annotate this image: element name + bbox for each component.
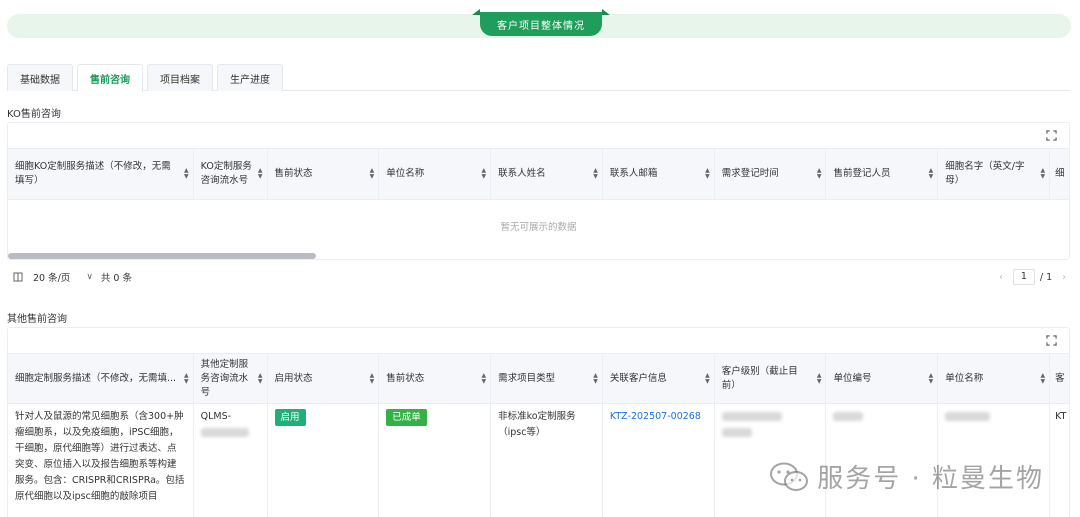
column-header[interactable]: 启用状态 ▲ ▼ [268,354,380,403]
sort-icon[interactable]: ▲ ▼ [481,168,486,180]
watermark: 服务号 · 粒曼生物 [769,458,1044,495]
sort-icon[interactable]: ▲ ▼ [817,168,822,180]
column-header[interactable]: 客 [1050,354,1069,403]
column-header[interactable]: 售前登记人员 ▲ ▼ [826,149,939,199]
redacted-value [833,412,864,421]
next-page-icon[interactable]: › [1062,272,1066,283]
tab-presale-consult[interactable]: 售前咨询 [77,64,143,92]
serial-number: QLMS- [194,404,268,517]
page-size-icon [13,272,23,282]
sort-icon[interactable]: ▲ ▼ [1040,372,1045,385]
column-header[interactable]: 单位名称 ▲ ▼ [379,149,492,199]
column-header[interactable]: 单位编号 ▲ ▼ [826,354,939,403]
tab-project-archive[interactable]: 项目档案 [147,64,213,91]
tab-bar: 基础数据 售前咨询 项目档案 生产进度 [7,64,283,92]
redacted-value [721,428,752,437]
fullscreen-icon[interactable] [1046,335,1057,346]
ko-table-toolbar [8,123,1069,149]
redacted-value [945,412,991,421]
column-header[interactable]: 细 [1050,149,1069,199]
sort-icon[interactable]: ▲ ▼ [1040,168,1045,180]
total-count: 共 0 条 [100,273,132,284]
sort-icon[interactable]: ▲ ▼ [481,372,486,385]
other-table-toolbar [8,328,1069,354]
tab-production-progress[interactable]: 生产进度 [217,64,283,91]
column-header[interactable]: 客户级别（截止目前） ▲ ▼ [715,354,827,403]
presale-status-cell: 已成单 [379,404,492,517]
sort-icon[interactable]: ▲ ▼ [370,168,375,180]
column-header[interactable]: 关联客户信息 ▲ ▼ [603,354,715,403]
sort-icon[interactable]: ▲ ▼ [929,168,934,180]
sort-icon[interactable]: ▲ ▼ [929,372,934,385]
page-size-label[interactable]: 20 条/页 [33,270,70,284]
prev-page-icon[interactable]: ‹ [999,272,1003,283]
ko-table-header: 细胞KO定制服务描述（不修改，无需填写） ▲ ▼ KO定制服务咨询流水号 ▲ ▼ 售前状… [8,149,1069,200]
column-header[interactable]: 需求项目类型 ▲ ▼ [491,354,603,403]
horizontal-scrollbar[interactable] [8,253,316,259]
sort-icon[interactable]: ▲ ▼ [184,372,189,385]
column-header[interactable]: 单位名称 ▲ ▼ [938,354,1051,403]
other-table-header: 细胞定制服务描述（不修改，无需填... ▲ ▼ 其他定制服务咨询流水号 ▲ ▼ 启用状态… [8,354,1069,404]
sort-icon[interactable]: ▲ ▼ [593,168,598,180]
enable-status-cell: 启用 [268,404,380,517]
page-number-input[interactable]: 1 [1012,269,1035,285]
column-header[interactable]: 售前状态 ▲ ▼ [379,354,492,403]
column-header[interactable]: KO定制服务咨询流水号 ▲ ▼ [194,149,268,199]
ko-table: 细胞KO定制服务描述（不修改，无需填写） ▲ ▼ KO定制服务咨询流水号 ▲ ▼ 售前状… [7,122,1070,260]
total-pages: / 1 [1039,271,1053,283]
sort-icon[interactable]: ▲ ▼ [817,372,822,385]
status-badge: 已成单 [386,409,427,426]
sort-icon[interactable]: ▲ ▼ [705,168,710,180]
customer-info-cell: KTZ-202507-00268 [603,404,715,517]
column-header[interactable]: 细胞定制服务描述（不修改，无需填... ▲ ▼ [8,354,194,403]
sort-icon[interactable]: ▲ ▼ [370,372,375,385]
customer-cell: KT [1055,411,1067,422]
customer-link[interactable]: KTZ-202507-00268 [610,411,701,422]
ko-pagination: 20 条/页 ∨ 共 0 条 ‹ 1 / 1 › [7,268,1070,286]
sort-icon[interactable]: ▲ ▼ [258,168,263,180]
tab-basic-data[interactable]: 基础数据 [7,64,73,91]
status-badge: 启用 [274,409,306,426]
sort-icon[interactable]: ▲ ▼ [258,372,263,385]
service-description: 针对人及鼠源的常见细胞系（含300+肿瘤细胞系，以及免疫细胞，iPSC细胞，干细… [8,404,194,517]
column-header[interactable]: 细胞KO定制服务描述（不修改，无需填写） ▲ ▼ [8,149,194,199]
wechat-icon [770,462,809,491]
watermark-text: 服务号 · 粒曼生物 [817,464,1044,494]
sort-icon[interactable]: ▲ ▼ [184,168,189,180]
column-header[interactable]: 需求登记时间 ▲ ▼ [715,149,827,199]
redacted-value [200,428,249,437]
fullscreen-icon[interactable] [1046,130,1057,141]
empty-state: 暂无可展示的数据 [500,222,577,233]
banner-title: 客户项目整体情况 [472,9,610,36]
sort-icon[interactable]: ▲ ▼ [593,372,598,385]
other-section-title: 其他售前咨询 [7,314,67,325]
ko-section-title: KO售前咨询 [7,109,61,120]
column-header[interactable]: 细胞名字（英文/字母） ▲ ▼ [938,149,1051,199]
project-type: 非标准ko定制服务（ipsc等） [491,404,603,517]
column-header[interactable]: 其他定制服务咨询流水号 ▲ ▼ [194,354,268,403]
column-header[interactable]: 联系人姓名 ▲ ▼ [491,149,603,199]
chevron-down-icon[interactable]: ∨ [86,272,93,282]
column-header[interactable]: 联系人邮箱 ▲ ▼ [603,149,715,199]
redacted-value [721,412,782,421]
sort-icon[interactable]: ▲ ▼ [705,372,710,385]
column-header[interactable]: 售前状态 ▲ ▼ [268,149,380,199]
